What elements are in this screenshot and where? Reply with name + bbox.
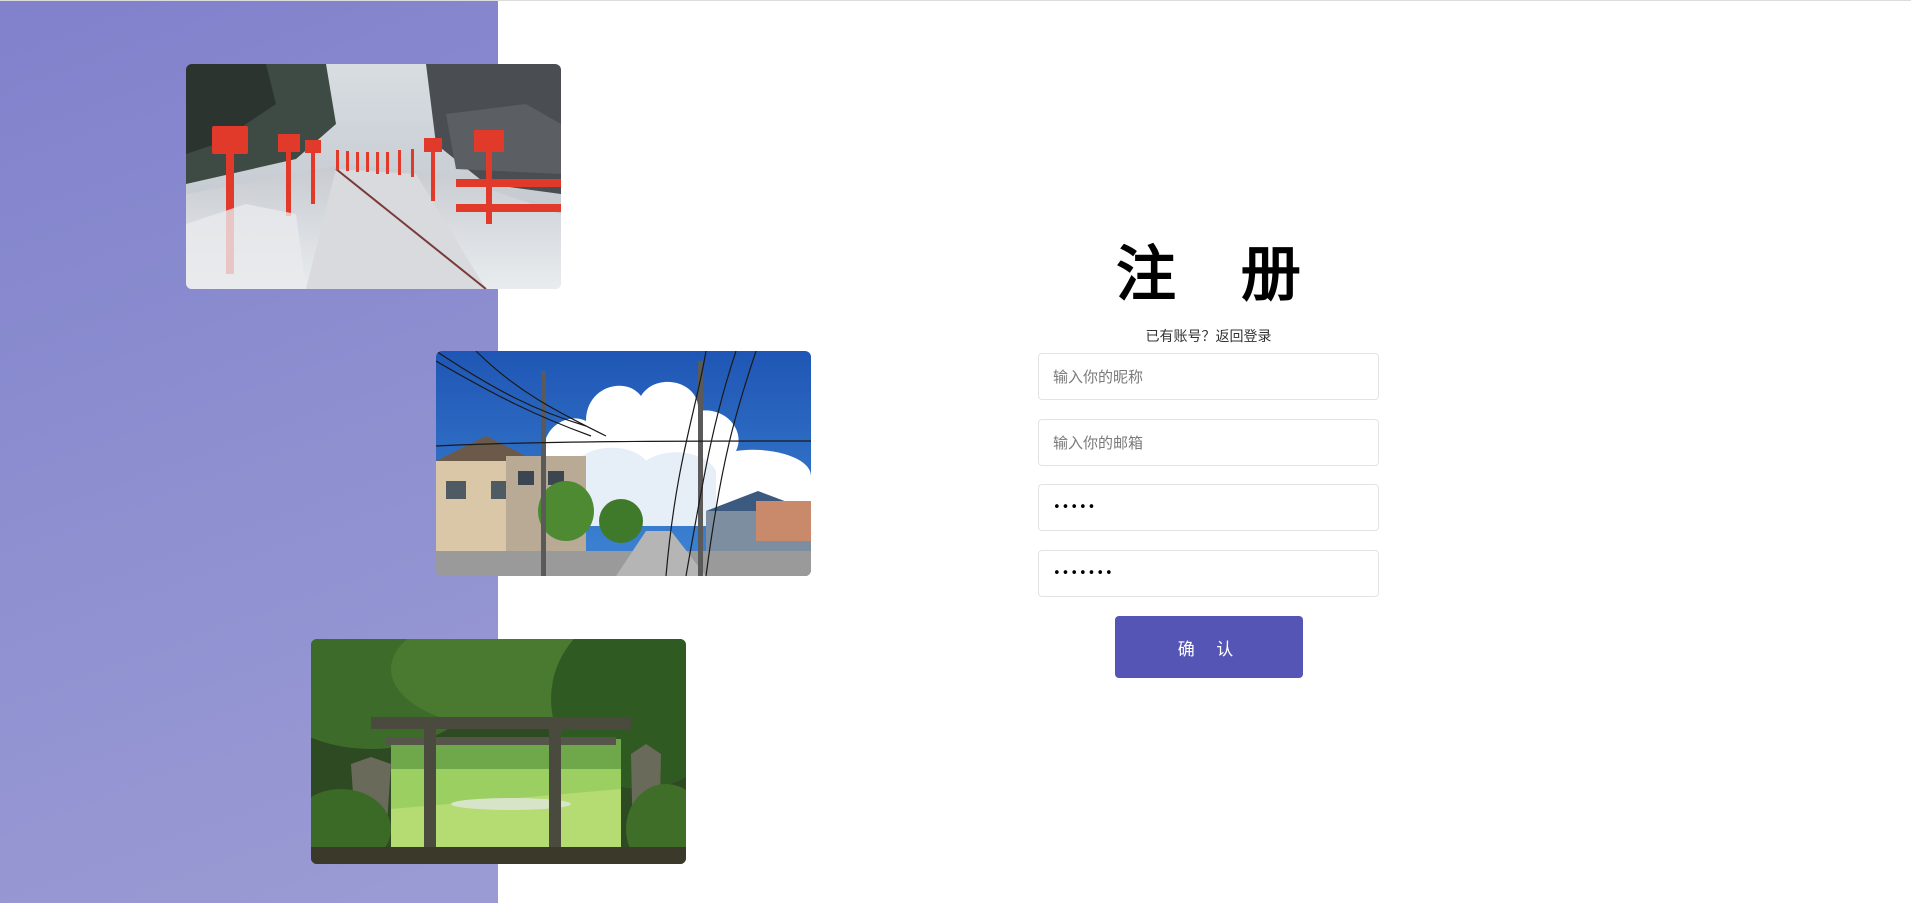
back-to-login-link[interactable]: 返回登录: [1216, 329, 1272, 345]
confirm-password-input[interactable]: [1038, 550, 1379, 597]
photo-torii-gate-forest: [311, 639, 686, 864]
register-title: 注 册: [1116, 240, 1323, 310]
photo-street-clouds-powerlines: [436, 351, 811, 576]
register-form: 注 册 已有账号？返回登录 确 认: [1038, 228, 1379, 678]
password-input[interactable]: [1038, 484, 1379, 531]
login-prompt-text: 已有账号？: [1145, 329, 1216, 345]
login-prompt: 已有账号？返回登录: [1038, 324, 1379, 350]
email-input[interactable]: [1038, 419, 1379, 466]
confirm-button[interactable]: 确 认: [1114, 616, 1303, 678]
nickname-input[interactable]: [1038, 353, 1379, 400]
register-page: 注 册 已有账号？返回登录 确 认: [0, 0, 1911, 903]
photo-snowy-lantern-stairs: [186, 64, 561, 289]
